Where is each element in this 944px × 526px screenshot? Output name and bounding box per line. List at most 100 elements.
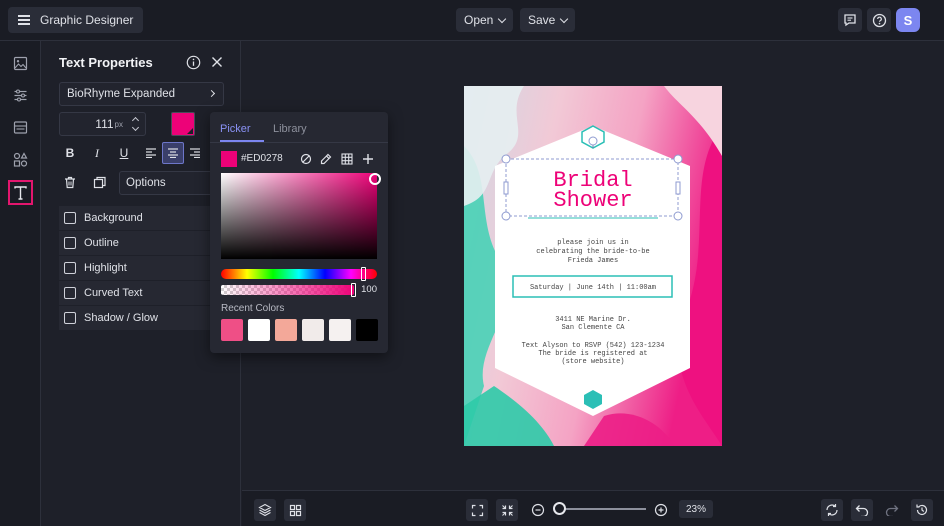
- undo-button[interactable]: [851, 499, 873, 521]
- no-color-button[interactable]: [298, 151, 314, 167]
- align-right-icon: [190, 148, 200, 158]
- redo-button[interactable]: [881, 499, 903, 521]
- open-button[interactable]: Open: [456, 8, 514, 32]
- resize-icon: [826, 504, 838, 516]
- nav-text[interactable]: [8, 180, 33, 205]
- effect-label: Shadow / Glow: [84, 312, 158, 324]
- effect-label: Background: [84, 212, 143, 224]
- tab-picker[interactable]: Picker: [220, 123, 251, 135]
- recent-color-swatch[interactable]: [356, 319, 378, 341]
- options-select[interactable]: Options: [119, 171, 219, 195]
- curved-text-checkbox[interactable]: [64, 287, 76, 299]
- effect-shadow-glow[interactable]: Shadow / Glow: [59, 306, 224, 330]
- text-color-swatch[interactable]: [171, 112, 195, 136]
- history-button[interactable]: [911, 499, 933, 521]
- nav-elements[interactable]: [8, 147, 33, 172]
- recent-color-swatch[interactable]: [248, 319, 270, 341]
- layers-button[interactable]: [254, 499, 276, 521]
- hue-handle[interactable]: [361, 267, 366, 281]
- chevron-right-icon: [207, 89, 216, 98]
- save-button[interactable]: Save: [520, 8, 576, 32]
- opacity-value[interactable]: 100: [355, 284, 377, 295]
- rsvp-line[interactable]: Text Alyson to RSVP (542) 123-1234: [522, 342, 665, 350]
- delete-button[interactable]: [59, 171, 81, 193]
- effect-curved-text[interactable]: Curved Text: [59, 281, 224, 305]
- zoom-slider[interactable]: [558, 508, 646, 510]
- user-avatar[interactable]: S: [896, 8, 920, 32]
- highlight-checkbox[interactable]: [64, 262, 76, 274]
- tab-library[interactable]: Library: [273, 123, 307, 135]
- underline-button[interactable]: U: [113, 142, 135, 164]
- address-line[interactable]: 3411 NE Marine Dr.: [555, 316, 631, 324]
- recent-color-swatch[interactable]: [329, 319, 351, 341]
- panel-title: Text Properties: [59, 55, 153, 70]
- zoom-out-icon[interactable]: [531, 503, 545, 517]
- save-label: Save: [528, 13, 556, 27]
- bold-button[interactable]: B: [59, 142, 81, 164]
- font-size-input[interactable]: 111 px: [59, 112, 146, 136]
- app-title: Graphic Designer: [40, 13, 134, 27]
- shrink-icon: [501, 504, 513, 516]
- design-canvas: Bridal Shower please join us in celebrat…: [464, 86, 722, 446]
- design-artboard[interactable]: Bridal Shower please join us in celebrat…: [464, 86, 722, 446]
- resize-button[interactable]: [821, 499, 843, 521]
- close-icon[interactable]: [211, 56, 223, 68]
- italic-button[interactable]: I: [86, 142, 108, 164]
- align-right-button[interactable]: [184, 142, 206, 164]
- saturation-value-area[interactable]: [221, 173, 377, 259]
- chevron-down-icon: [560, 14, 569, 23]
- saturation-value-handle[interactable]: [369, 173, 381, 185]
- fit-to-screen-button[interactable]: [466, 499, 488, 521]
- outline-checkbox[interactable]: [64, 237, 76, 249]
- hex-input[interactable]: #ED0278: [238, 150, 288, 168]
- font-family-value: BioRhyme Expanded: [67, 88, 176, 100]
- duplicate-button[interactable]: [88, 171, 110, 193]
- recent-color-swatch[interactable]: [221, 319, 243, 341]
- hue-slider[interactable]: [221, 269, 377, 279]
- nav-adjust[interactable]: [8, 83, 33, 108]
- effect-background[interactable]: Background: [59, 206, 224, 230]
- swatch-grid-button[interactable]: [339, 151, 355, 167]
- background-checkbox[interactable]: [64, 212, 76, 224]
- opacity-slider[interactable]: [221, 285, 354, 295]
- grid-view-button[interactable]: [284, 499, 306, 521]
- effect-label: Outline: [84, 237, 119, 249]
- zoom-in-icon[interactable]: [654, 503, 668, 517]
- font-size-stepper[interactable]: [131, 115, 141, 133]
- info-icon[interactable]: [186, 55, 201, 70]
- date-line[interactable]: Saturday | June 14th | 11:00am: [530, 284, 656, 292]
- help-icon: [872, 13, 886, 27]
- add-color-button[interactable]: [360, 151, 376, 167]
- rsvp-line[interactable]: The bride is registered at: [538, 350, 647, 358]
- rsvp-line[interactable]: (store website): [561, 358, 624, 366]
- shadow-glow-checkbox[interactable]: [64, 312, 76, 324]
- invite-line[interactable]: please join us in: [557, 239, 628, 247]
- comments-button[interactable]: [838, 8, 862, 32]
- shrink-button[interactable]: [496, 499, 518, 521]
- recent-color-swatch[interactable]: [302, 319, 324, 341]
- app-menu-button[interactable]: Graphic Designer: [8, 7, 144, 33]
- history-icon: [916, 504, 928, 516]
- recent-color-swatch[interactable]: [275, 319, 297, 341]
- zoom-slider-handle[interactable]: [553, 502, 566, 515]
- zoom-level[interactable]: 23%: [679, 500, 713, 518]
- invite-line[interactable]: celebrating the bride-to-be: [536, 248, 649, 256]
- help-button[interactable]: [867, 8, 891, 32]
- eyedropper-button[interactable]: [318, 151, 334, 167]
- top-bar: Graphic Designer Open Save S: [0, 0, 944, 41]
- align-left-icon: [146, 148, 156, 158]
- comment-icon: [844, 14, 856, 27]
- invite-line[interactable]: Frieda James: [568, 257, 618, 265]
- design-title-line2[interactable]: Shower: [553, 188, 632, 213]
- chevron-down-icon: [498, 14, 507, 23]
- grid-icon: [341, 153, 353, 165]
- align-left-button[interactable]: [140, 142, 162, 164]
- align-center-button[interactable]: [162, 142, 184, 164]
- sliders-icon: [14, 89, 27, 102]
- nav-layout[interactable]: [8, 115, 33, 140]
- effect-outline[interactable]: Outline: [59, 231, 224, 255]
- nav-photos[interactable]: [8, 51, 33, 76]
- font-family-select[interactable]: BioRhyme Expanded: [59, 82, 224, 106]
- effect-highlight[interactable]: Highlight: [59, 256, 224, 280]
- address-line[interactable]: San Clemente CA: [561, 324, 625, 332]
